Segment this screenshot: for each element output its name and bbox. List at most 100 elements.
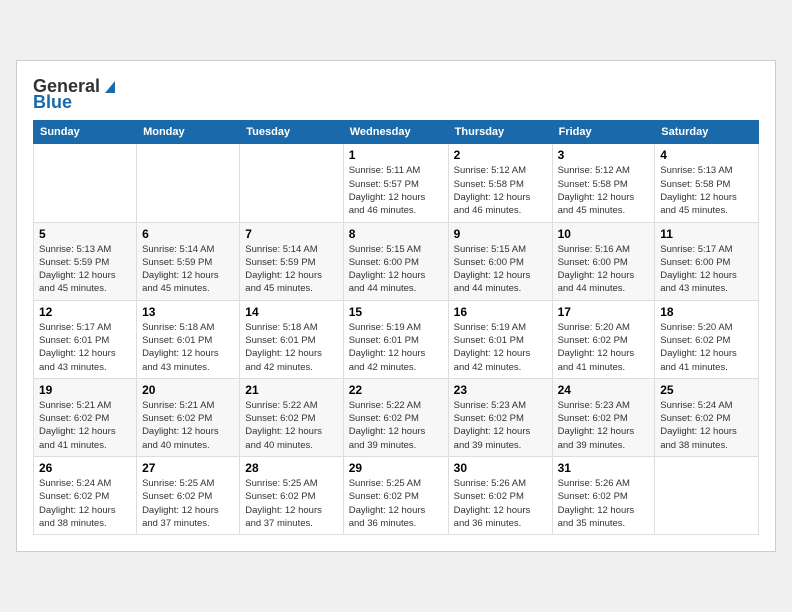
calendar-cell: 15 Sunrise: 5:19 AM Sunset: 6:01 PM Dayli… — [343, 300, 448, 378]
day-number: 4 — [660, 148, 753, 162]
day-info: Sunrise: 5:22 AM Sunset: 6:02 PM Dayligh… — [349, 399, 443, 452]
weekday-header-friday: Friday — [552, 121, 655, 144]
day-info: Sunrise: 5:25 AM Sunset: 6:02 PM Dayligh… — [142, 477, 234, 530]
day-info: Sunrise: 5:24 AM Sunset: 6:02 PM Dayligh… — [39, 477, 131, 530]
calendar-cell: 9 Sunrise: 5:15 AM Sunset: 6:00 PM Daylig… — [448, 222, 552, 300]
day-info: Sunrise: 5:23 AM Sunset: 6:02 PM Dayligh… — [454, 399, 547, 452]
calendar-cell: 10 Sunrise: 5:16 AM Sunset: 6:00 PM Dayli… — [552, 222, 655, 300]
day-number: 8 — [349, 227, 443, 241]
calendar-cell: 5Sunrise: 5:13 AM Sunset: 5:59 PM Daylig… — [34, 222, 137, 300]
day-number: 26 — [39, 461, 131, 475]
day-number: 21 — [245, 383, 337, 397]
day-number: 30 — [454, 461, 547, 475]
day-number: 9 — [454, 227, 547, 241]
day-info: Sunrise: 5:19 AM Sunset: 6:01 PM Dayligh… — [349, 321, 443, 374]
calendar-cell: 25 Sunrise: 5:24 AM Sunset: 6:02 PM Dayli… — [655, 378, 759, 456]
calendar-cell: 18 Sunrise: 5:20 AM Sunset: 6:02 PM Dayli… — [655, 300, 759, 378]
logo: General Blue — [33, 77, 119, 113]
day-number: 22 — [349, 383, 443, 397]
calendar-cell — [240, 144, 343, 222]
day-number: 27 — [142, 461, 234, 475]
calendar-cell: 20 Sunrise: 5:21 AM Sunset: 6:02 PM Dayli… — [137, 378, 240, 456]
calendar-cell: 29 Sunrise: 5:25 AM Sunset: 6:02 PM Dayli… — [343, 457, 448, 535]
day-number: 29 — [349, 461, 443, 475]
weekday-header-sunday: Sunday — [34, 121, 137, 144]
calendar-grid: SundayMondayTuesdayWednesdayThursdayFrid… — [33, 120, 759, 535]
day-number: 20 — [142, 383, 234, 397]
weekday-header-wednesday: Wednesday — [343, 121, 448, 144]
day-info: Sunrise: 5:25 AM Sunset: 6:02 PM Dayligh… — [245, 477, 337, 530]
day-info: Sunrise: 5:25 AM Sunset: 6:02 PM Dayligh… — [349, 477, 443, 530]
day-number: 15 — [349, 305, 443, 319]
day-number: 7 — [245, 227, 337, 241]
calendar-container: General Blue SundayMondayTuesdayWednesda… — [16, 60, 776, 553]
day-info: Sunrise: 5:14 AM Sunset: 5:59 PM Dayligh… — [245, 243, 337, 296]
calendar-header: General Blue — [33, 77, 759, 113]
day-info: Sunrise: 5:20 AM Sunset: 6:02 PM Dayligh… — [660, 321, 753, 374]
day-number: 18 — [660, 305, 753, 319]
day-number: 23 — [454, 383, 547, 397]
day-info: Sunrise: 5:18 AM Sunset: 6:01 PM Dayligh… — [142, 321, 234, 374]
day-info: Sunrise: 5:17 AM Sunset: 6:01 PM Dayligh… — [39, 321, 131, 374]
calendar-cell: 17 Sunrise: 5:20 AM Sunset: 6:02 PM Dayli… — [552, 300, 655, 378]
day-info: Sunrise: 5:21 AM Sunset: 6:02 PM Dayligh… — [142, 399, 234, 452]
day-info: Sunrise: 5:19 AM Sunset: 6:01 PM Dayligh… — [454, 321, 547, 374]
day-number: 17 — [558, 305, 650, 319]
day-number: 5 — [39, 227, 131, 241]
weekday-header-tuesday: Tuesday — [240, 121, 343, 144]
calendar-week-4: 26 Sunrise: 5:24 AM Sunset: 6:02 PM Dayli… — [34, 457, 759, 535]
day-info: Sunrise: 5:20 AM Sunset: 6:02 PM Dayligh… — [558, 321, 650, 374]
calendar-cell: 16Sunrise: 5:19 AM Sunset: 6:01 PM Dayli… — [448, 300, 552, 378]
logo-blue-text: Blue — [33, 93, 119, 113]
day-info: Sunrise: 5:22 AM Sunset: 6:02 PM Dayligh… — [245, 399, 337, 452]
day-info: Sunrise: 5:21 AM Sunset: 6:02 PM Dayligh… — [39, 399, 131, 452]
calendar-cell: 2Sunrise: 5:12 AM Sunset: 5:58 PM Daylig… — [448, 144, 552, 222]
day-info: Sunrise: 5:15 AM Sunset: 6:00 PM Dayligh… — [454, 243, 547, 296]
calendar-week-3: 19 Sunrise: 5:21 AM Sunset: 6:02 PM Dayli… — [34, 378, 759, 456]
day-number: 31 — [558, 461, 650, 475]
day-number: 19 — [39, 383, 131, 397]
calendar-week-0: 1 Sunrise: 5:11 AM Sunset: 5:57 PM Daylig… — [34, 144, 759, 222]
calendar-cell: 26 Sunrise: 5:24 AM Sunset: 6:02 PM Dayli… — [34, 457, 137, 535]
calendar-cell: 13 Sunrise: 5:18 AM Sunset: 6:01 PM Dayli… — [137, 300, 240, 378]
day-info: Sunrise: 5:16 AM Sunset: 6:00 PM Dayligh… — [558, 243, 650, 296]
calendar-cell — [34, 144, 137, 222]
day-info: Sunrise: 5:26 AM Sunset: 6:02 PM Dayligh… — [454, 477, 547, 530]
calendar-cell — [655, 457, 759, 535]
day-number: 14 — [245, 305, 337, 319]
calendar-cell: 21 Sunrise: 5:22 AM Sunset: 6:02 PM Dayli… — [240, 378, 343, 456]
day-number: 10 — [558, 227, 650, 241]
calendar-cell: 1 Sunrise: 5:11 AM Sunset: 5:57 PM Daylig… — [343, 144, 448, 222]
day-number: 3 — [558, 148, 650, 162]
day-number: 13 — [142, 305, 234, 319]
day-number: 6 — [142, 227, 234, 241]
calendar-week-1: 5Sunrise: 5:13 AM Sunset: 5:59 PM Daylig… — [34, 222, 759, 300]
day-number: 25 — [660, 383, 753, 397]
day-number: 11 — [660, 227, 753, 241]
calendar-cell: 28 Sunrise: 5:25 AM Sunset: 6:02 PM Dayli… — [240, 457, 343, 535]
day-number: 12 — [39, 305, 131, 319]
day-info: Sunrise: 5:13 AM Sunset: 5:58 PM Dayligh… — [660, 164, 753, 217]
day-info: Sunrise: 5:24 AM Sunset: 6:02 PM Dayligh… — [660, 399, 753, 452]
calendar-cell: 6 Sunrise: 5:14 AM Sunset: 5:59 PM Daylig… — [137, 222, 240, 300]
calendar-week-2: 12 Sunrise: 5:17 AM Sunset: 6:01 PM Dayli… — [34, 300, 759, 378]
day-info: Sunrise: 5:14 AM Sunset: 5:59 PM Dayligh… — [142, 243, 234, 296]
weekday-header-row: SundayMondayTuesdayWednesdayThursdayFrid… — [34, 121, 759, 144]
calendar-cell: 31Sunrise: 5:26 AM Sunset: 6:02 PM Dayli… — [552, 457, 655, 535]
day-info: Sunrise: 5:12 AM Sunset: 5:58 PM Dayligh… — [558, 164, 650, 217]
day-number: 28 — [245, 461, 337, 475]
day-info: Sunrise: 5:18 AM Sunset: 6:01 PM Dayligh… — [245, 321, 337, 374]
weekday-header-saturday: Saturday — [655, 121, 759, 144]
calendar-cell: 22 Sunrise: 5:22 AM Sunset: 6:02 PM Dayli… — [343, 378, 448, 456]
day-number: 24 — [558, 383, 650, 397]
weekday-header-monday: Monday — [137, 121, 240, 144]
day-info: Sunrise: 5:11 AM Sunset: 5:57 PM Dayligh… — [349, 164, 443, 217]
day-info: Sunrise: 5:17 AM Sunset: 6:00 PM Dayligh… — [660, 243, 753, 296]
day-info: Sunrise: 5:15 AM Sunset: 6:00 PM Dayligh… — [349, 243, 443, 296]
weekday-header-thursday: Thursday — [448, 121, 552, 144]
calendar-cell: 7 Sunrise: 5:14 AM Sunset: 5:59 PM Daylig… — [240, 222, 343, 300]
calendar-cell: 24Sunrise: 5:23 AM Sunset: 6:02 PM Dayli… — [552, 378, 655, 456]
calendar-cell: 30 Sunrise: 5:26 AM Sunset: 6:02 PM Dayli… — [448, 457, 552, 535]
day-number: 1 — [349, 148, 443, 162]
calendar-cell: 23 Sunrise: 5:23 AM Sunset: 6:02 PM Dayli… — [448, 378, 552, 456]
